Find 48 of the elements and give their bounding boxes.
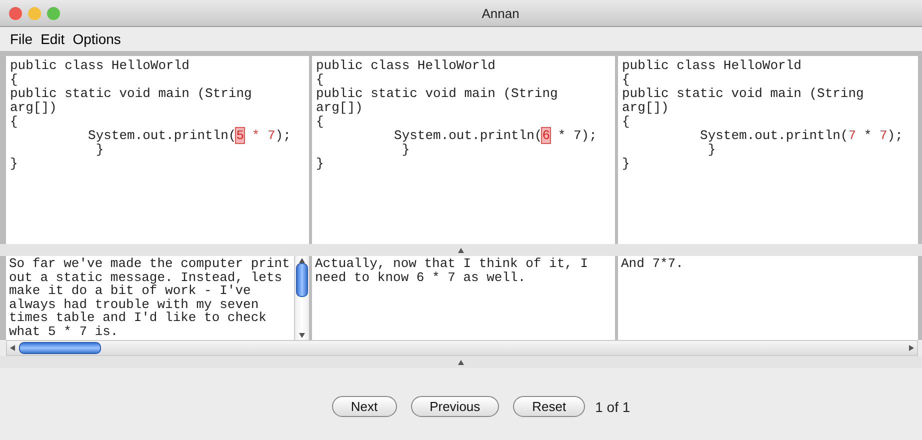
nav-button[interactable]: Previous <box>410 396 500 417</box>
note-text-area[interactable]: Actually, now that I think of it, I need to know 6 * 7 as well. <box>312 256 615 340</box>
code-line: } <box>622 157 630 171</box>
code-line: arg[]) <box>10 101 57 115</box>
code-line: } <box>706 143 716 157</box>
menu-item[interactable]: Edit <box>40 31 65 47</box>
code-line: { <box>10 73 18 87</box>
page-indicator: 1 of 1 <box>595 398 630 414</box>
code-line: } <box>94 143 104 157</box>
code-line: { <box>10 115 18 129</box>
code-line: } <box>10 157 18 171</box>
scroll-right-icon[interactable] <box>909 345 914 351</box>
code-line: public static void main (String <box>316 87 558 101</box>
code-line: System.out.println(6 * 7); <box>393 129 597 143</box>
code-line: { <box>622 73 630 87</box>
code-line: { <box>316 115 324 129</box>
code-editor[interactable]: public class HelloWorld { public static void main (String arg[]) { System.out.println(5 * 7); } } <box>6 56 309 244</box>
horizontal-scrollbar[interactable] <box>6 340 918 356</box>
code-line: public static void main (String <box>622 87 864 101</box>
note-text-area[interactable]: So far we've made the computer print out a static message. Instead, lets make it do a bit of work - I've always had trouble with my seven times table and I'd like to check what 5 * 7 is. <box>6 256 294 340</box>
menu-item[interactable]: Options <box>72 31 121 47</box>
splitter-arrow-icon[interactable] <box>458 248 464 252</box>
code-line: public class HelloWorld <box>10 59 190 73</box>
code-line: public class HelloWorld <box>316 59 496 73</box>
code-line: { <box>622 115 630 129</box>
splitter-arrow-icon[interactable] <box>458 360 464 364</box>
code-line: arg[]) <box>316 101 363 115</box>
code-line: } <box>400 143 410 157</box>
code-editor[interactable]: public class HelloWorld { public static void main (String arg[]) { System.out.println(7 * 7); } } <box>618 56 918 244</box>
scroll-thumb[interactable] <box>296 263 308 297</box>
window-control-icon[interactable] <box>9 6 22 20</box>
window-title: Annan <box>480 6 520 20</box>
code-line: public static void main (String <box>10 87 252 101</box>
code-line: System.out.println(5 * 7); <box>87 129 291 143</box>
scroll-thumb[interactable] <box>19 342 101 354</box>
vertical-scrollbar[interactable] <box>294 256 309 340</box>
scroll-left-icon[interactable] <box>10 345 15 351</box>
menu-item[interactable]: File <box>10 31 33 47</box>
code-line: } <box>316 157 324 171</box>
code-line: arg[]) <box>622 101 669 115</box>
code-line: public class HelloWorld <box>622 59 802 73</box>
nav-button[interactable]: Reset <box>513 396 586 417</box>
note-text-area[interactable]: And 7*7. <box>618 256 918 340</box>
code-line: { <box>316 73 324 87</box>
nav-button[interactable]: Next <box>332 396 397 417</box>
scroll-down-icon[interactable] <box>299 333 305 338</box>
code-line: System.out.println(7 * 7); <box>699 129 903 143</box>
code-editor[interactable]: public class HelloWorld { public static void main (String arg[]) { System.out.println(6 * 7); } } <box>312 56 615 244</box>
